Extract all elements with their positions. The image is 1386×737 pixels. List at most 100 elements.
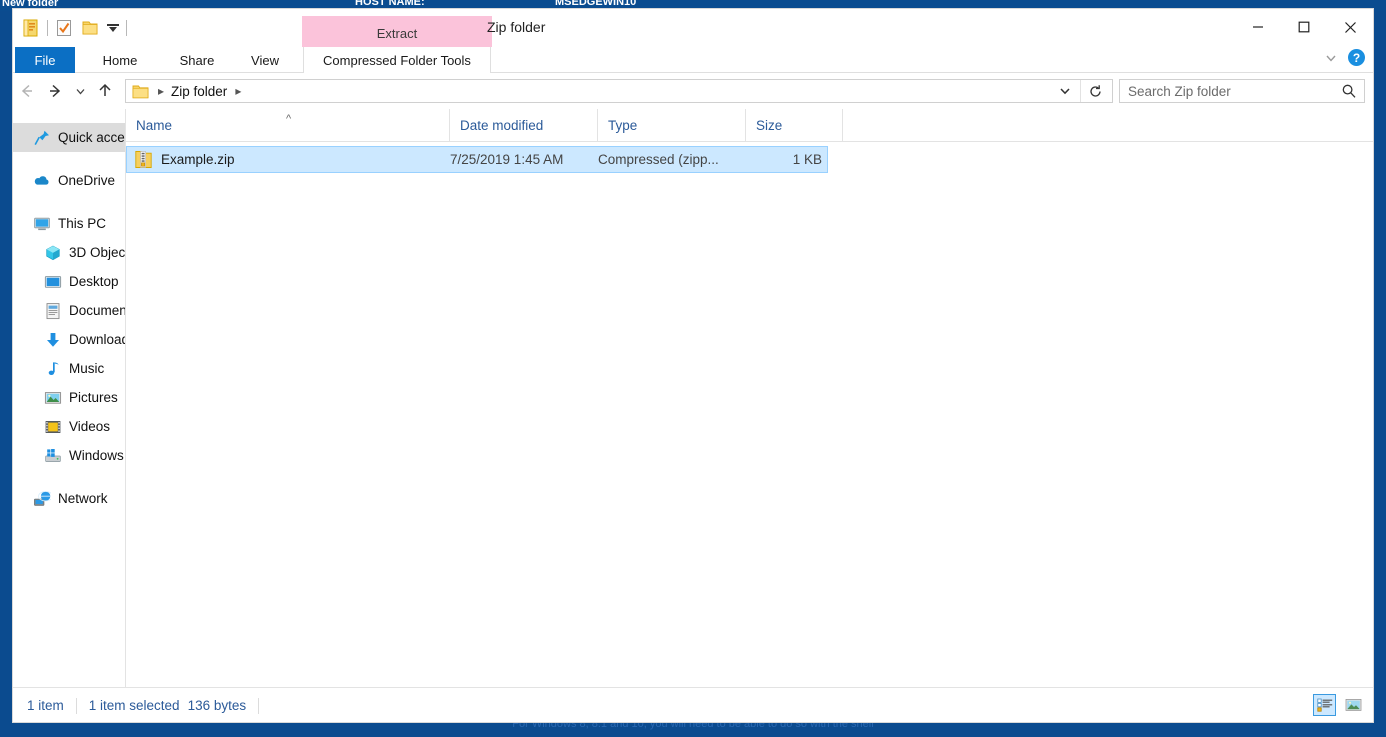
sidebar-item-label: Network: [58, 491, 108, 506]
column-header-label: Size: [756, 117, 783, 133]
status-divider: [75, 697, 77, 714]
sidebar-item-videos[interactable]: Videos: [13, 412, 125, 441]
sidebar-item-label: Videos: [69, 419, 111, 434]
sidebar-item-label: This PC: [58, 216, 107, 231]
search-icon[interactable]: [1341, 83, 1357, 99]
status-divider-end: [258, 697, 260, 714]
search-input[interactable]: [1120, 80, 1364, 102]
desktop-background: New folder HOST NAME: MSEDGEWIN10 For Wi…: [0, 0, 1386, 737]
column-header-name[interactable]: Name ^: [126, 109, 450, 142]
video-icon: [44, 418, 62, 436]
sidebar-gap-3: [13, 470, 125, 484]
tab-home[interactable]: Home: [85, 47, 155, 73]
sidebar-item-documents[interactable]: Documents: [13, 296, 125, 325]
breadcrumb-item-zip-folder[interactable]: Zip folder: [171, 84, 227, 99]
file-name-cell: Example.zip: [127, 150, 450, 169]
sidebar-item-music[interactable]: Music: [13, 354, 125, 383]
download-icon: [44, 331, 62, 349]
sort-ascending-icon: ^: [286, 112, 292, 125]
close-button[interactable]: [1327, 9, 1373, 45]
minimize-button[interactable]: [1235, 9, 1281, 45]
file-explorer-window: Extract Zip folder File Home Share View …: [12, 8, 1374, 723]
sidebar-item-network[interactable]: Network: [13, 484, 125, 513]
sidebar-item-label: Documents: [69, 303, 125, 318]
sidebar-item-this-pc[interactable]: This PC: [13, 209, 125, 238]
navigation-pane: Quick access OneDrive: [13, 109, 125, 687]
toolbar-separator: [47, 20, 48, 36]
column-header-label: Date modified: [460, 117, 544, 133]
monitor-icon: [33, 215, 51, 233]
quick-access-toolbar: [21, 15, 127, 41]
column-header-size[interactable]: Size: [746, 109, 843, 142]
sidebar-item-desktop[interactable]: Desktop: [13, 267, 125, 296]
sidebar-item-onedrive[interactable]: OneDrive: [13, 166, 125, 195]
view-toggle-group: [1313, 694, 1365, 716]
column-headers: Name ^ Date modified Type Size: [126, 109, 1373, 142]
zip-file-icon: [135, 150, 152, 169]
sidebar-item-label: Pictures: [69, 390, 118, 405]
sidebar-item-label: Music: [69, 361, 105, 376]
sidebar-item-label: OneDrive: [58, 173, 116, 188]
sidebar-item-pictures[interactable]: Pictures: [13, 383, 125, 412]
tab-compressed-folder-tools[interactable]: Compressed Folder Tools: [303, 47, 491, 73]
address-dropdown-caret-icon[interactable]: [1052, 80, 1078, 102]
ribbon-right-controls: ?: [1324, 49, 1365, 66]
desktop-icon: [44, 273, 62, 291]
status-item-count: 1 item: [27, 698, 64, 713]
cloud-icon: [33, 172, 51, 190]
large-icons-view-button[interactable]: [1342, 694, 1365, 716]
address-bar: ▸ Zip folder ▸: [13, 73, 1373, 109]
drive-icon: [44, 447, 62, 465]
tab-view[interactable]: View: [235, 47, 295, 73]
toolbar-separator-2: [126, 20, 127, 36]
sidebar-item-3d-objects[interactable]: 3D Objects: [13, 238, 125, 267]
background-window-title-mid2: MSEDGEWIN10: [555, 0, 637, 8]
file-type-cell: Compressed (zipp...: [598, 152, 719, 167]
sidebar-item-downloads[interactable]: Downloads: [13, 325, 125, 354]
tab-file[interactable]: File: [15, 47, 75, 73]
file-list-pane: Name ^ Date modified Type Size Example.z…: [125, 109, 1373, 687]
contextual-tab-header: Extract: [302, 16, 492, 51]
recent-locations-caret-icon[interactable]: [69, 77, 91, 105]
background-window-title-mid: HOST NAME:: [355, 0, 425, 8]
properties-icon[interactable]: [21, 18, 41, 38]
picture-icon: [44, 389, 62, 407]
file-date-cell: 7/25/2019 1:45 AM: [450, 152, 564, 167]
sidebar-item-windows-c[interactable]: Windows (C:): [13, 441, 125, 470]
pin-icon: [33, 129, 51, 147]
breadcrumb[interactable]: ▸ Zip folder ▸: [125, 79, 1113, 103]
maximize-button[interactable]: [1281, 9, 1327, 45]
help-icon[interactable]: ?: [1348, 49, 1365, 66]
collapse-ribbon-caret-icon[interactable]: [1324, 51, 1338, 65]
column-header-type[interactable]: Type: [598, 109, 746, 142]
sidebar-item-label: 3D Objects: [69, 245, 125, 260]
sidebar-item-label: Quick access: [58, 130, 125, 145]
table-row[interactable]: Example.zip 7/25/2019 1:45 AM Compressed…: [126, 146, 828, 173]
customize-caret-icon[interactable]: [106, 21, 120, 35]
new-folder-check-icon[interactable]: [54, 18, 74, 38]
status-bar: 1 item 1 item selected 136 bytes: [13, 687, 1373, 722]
breadcrumb-folder-icon: [132, 84, 149, 99]
sidebar-item-label: Windows (C:): [69, 448, 125, 463]
back-button[interactable]: [13, 77, 41, 105]
breadcrumb-separator-icon: ▸: [158, 84, 165, 98]
breadcrumb-separator-tail-icon[interactable]: ▸: [235, 84, 241, 98]
sidebar-gap-2: [13, 195, 125, 209]
status-selection: 1 item selected: [88, 698, 180, 713]
window-title: Zip folder: [487, 19, 546, 35]
up-button[interactable]: [91, 77, 119, 105]
forward-button[interactable]: [41, 77, 69, 105]
network-icon: [33, 490, 53, 508]
details-view-button[interactable]: [1313, 694, 1336, 716]
sidebar-item-quick-access[interactable]: Quick access: [13, 123, 125, 152]
music-icon: [44, 360, 62, 378]
column-header-date-modified[interactable]: Date modified: [450, 109, 598, 142]
tab-share[interactable]: Share: [163, 47, 231, 73]
search-box[interactable]: [1119, 79, 1365, 103]
cube-icon: [44, 244, 62, 262]
folder-icon[interactable]: [80, 18, 100, 38]
ribbon-tab-strip: File Home Share View Compressed Folder T…: [13, 47, 1373, 73]
file-name-text: Example.zip: [161, 152, 235, 167]
refresh-icon[interactable]: [1080, 80, 1110, 102]
